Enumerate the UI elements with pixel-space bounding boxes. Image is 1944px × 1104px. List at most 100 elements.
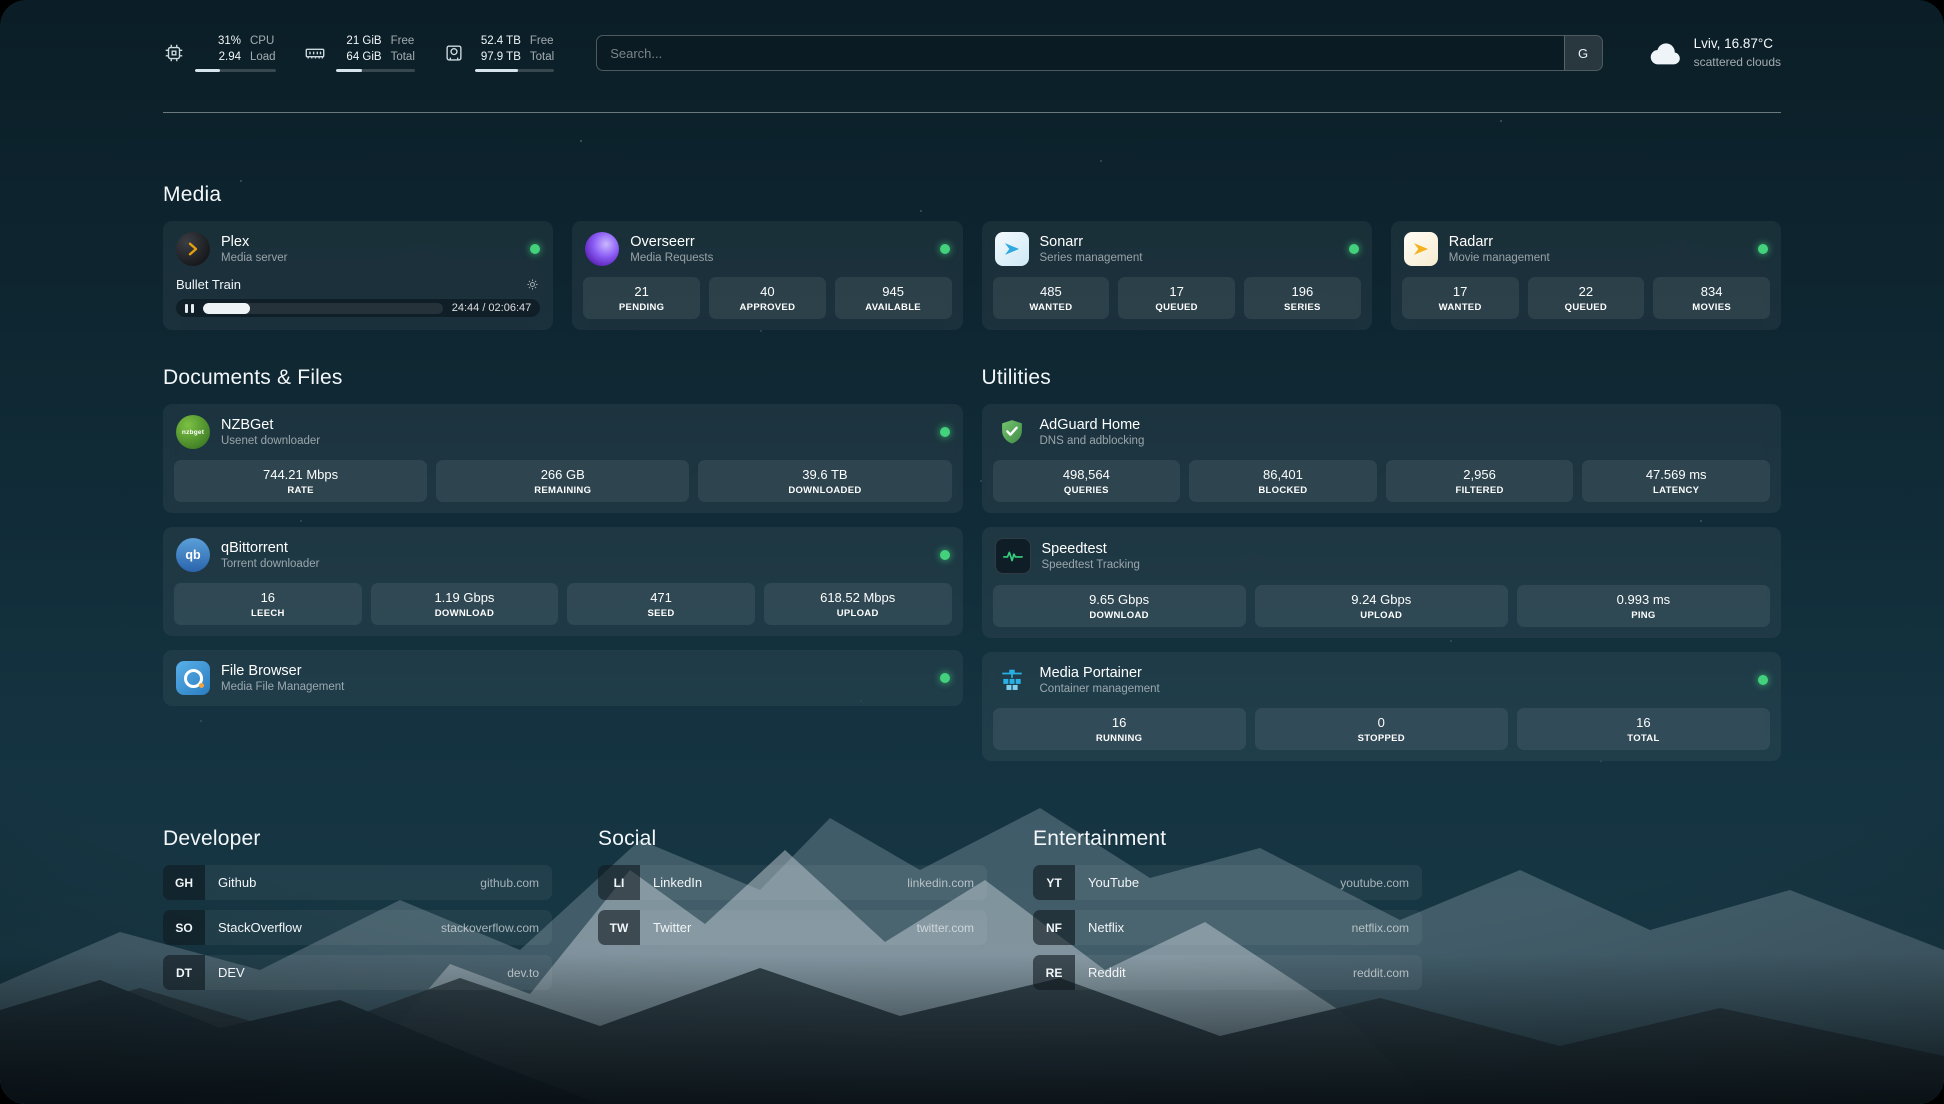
- service-name: Speedtest: [1042, 541, 1140, 557]
- bookmark-title-developer: Developer: [163, 827, 552, 851]
- playback-time: 24:44 / 02:06:47: [452, 302, 532, 314]
- service-description: Torrent downloader: [221, 558, 319, 570]
- bookmark-abbr: RE: [1033, 955, 1075, 990]
- stat-label: QUEUED: [1532, 302, 1641, 313]
- bookmark-title-entertainment: Entertainment: [1033, 827, 1422, 851]
- service-qbittorrent[interactable]: qb qBittorrent Torrent downloader: [163, 527, 963, 583]
- stat-label: APPROVED: [713, 302, 822, 313]
- bookmark-abbr: SO: [163, 910, 205, 945]
- settings-gear-icon[interactable]: [525, 277, 540, 292]
- group-title-utilities: Utilities: [982, 366, 1782, 390]
- stat-label: AVAILABLE: [839, 302, 948, 313]
- service-stat: 17WANTED: [1402, 277, 1519, 319]
- stat-label: MOVIES: [1657, 302, 1766, 313]
- cpu-usage-label: CPU: [250, 34, 274, 50]
- bookmark-linkedin[interactable]: LI LinkedIn linkedin.com: [598, 865, 987, 900]
- service-stat: 22QUEUED: [1528, 277, 1645, 319]
- stat-value: 17: [1122, 284, 1231, 299]
- card-overseerr: Overseerr Media Requests 21PENDING 40APP…: [572, 221, 962, 330]
- qbittorrent-icon: qb: [176, 538, 210, 572]
- bookmark-group-social: Social LI LinkedIn linkedin.com TW Twitt…: [598, 827, 987, 990]
- service-sonarr[interactable]: Sonarr Series management: [982, 221, 1372, 277]
- card-plex: Plex Media server Bullet Train: [163, 221, 553, 330]
- service-stat: 9.65 GbpsDOWNLOAD: [993, 585, 1246, 627]
- stat-value: 47.569 ms: [1586, 467, 1766, 482]
- bookmark-abbr: LI: [598, 865, 640, 900]
- service-stat: 471SEED: [567, 583, 755, 625]
- cpu-readout: 31%CPU 2.94Load: [195, 34, 276, 65]
- bookmark-name: Netflix: [1075, 920, 1124, 935]
- bookmark-name: LinkedIn: [640, 875, 702, 890]
- service-filebrowser[interactable]: File Browser Media File Management: [163, 650, 963, 706]
- stat-value: 471: [571, 590, 751, 605]
- service-description: Movie management: [1449, 252, 1550, 264]
- speedtest-icon: [995, 538, 1031, 574]
- bookmark-group-entertainment: Entertainment YT YouTube youtube.com NF …: [1033, 827, 1422, 990]
- group-title-documents: Documents & Files: [163, 366, 963, 390]
- bookmark-netflix[interactable]: NF Netflix netflix.com: [1033, 910, 1422, 945]
- bookmark-reddit[interactable]: RE Reddit reddit.com: [1033, 955, 1422, 990]
- service-name: Sonarr: [1040, 234, 1143, 250]
- service-name: Overseerr: [630, 234, 713, 250]
- service-overseerr[interactable]: Overseerr Media Requests: [572, 221, 962, 277]
- bookmark-youtube[interactable]: YT YouTube youtube.com: [1033, 865, 1422, 900]
- stat-label: UPLOAD: [768, 608, 948, 619]
- stat-label: WANTED: [1406, 302, 1515, 313]
- bookmark-github[interactable]: GH Github github.com: [163, 865, 552, 900]
- playback-progress-bar: 24:44 / 02:06:47: [176, 299, 540, 317]
- stat-value: 1.19 Gbps: [375, 590, 555, 605]
- cpu-widget: 31%CPU 2.94Load: [163, 34, 276, 72]
- service-stat: 39.6 TBDOWNLOADED: [698, 460, 951, 502]
- service-name: File Browser: [221, 663, 344, 679]
- memory-readout: 21 GiBFree 64 GiBTotal: [336, 34, 415, 65]
- group-title-media: Media: [163, 183, 1781, 207]
- stat-value: 86,401: [1193, 467, 1373, 482]
- search-provider-button[interactable]: G: [1564, 36, 1602, 70]
- stat-label: DOWNLOAD: [375, 608, 555, 619]
- service-plex[interactable]: Plex Media server: [163, 221, 553, 277]
- service-stat: 47.569 ms LATENCY: [1582, 460, 1770, 502]
- stat-value: 21: [587, 284, 696, 299]
- stat-value: 196: [1248, 284, 1357, 299]
- service-stat: 485WANTED: [993, 277, 1110, 319]
- stat-value: 16: [178, 590, 358, 605]
- bookmark-stackoverflow[interactable]: SO StackOverflow stackoverflow.com: [163, 910, 552, 945]
- search-input[interactable]: [597, 36, 1563, 70]
- memory-icon: [304, 42, 326, 64]
- stat-label: LATENCY: [1586, 485, 1766, 496]
- service-adguard[interactable]: AdGuard Home DNS and adblocking: [982, 404, 1782, 460]
- status-dot: [940, 673, 950, 683]
- bookmark-dev[interactable]: DT DEV dev.to: [163, 955, 552, 990]
- bookmark-twitter[interactable]: TW Twitter twitter.com: [598, 910, 987, 945]
- stat-value: 40: [713, 284, 822, 299]
- service-speedtest[interactable]: Speedtest Speedtest Tracking: [982, 527, 1782, 585]
- stat-value: 744.21 Mbps: [178, 467, 423, 482]
- stat-label: RATE: [178, 485, 423, 496]
- nzbget-icon: nzbget: [176, 415, 210, 449]
- disk-total-label: Total: [530, 50, 554, 66]
- service-stat: 9.24 GbpsUPLOAD: [1255, 585, 1508, 627]
- service-stat: 16TOTAL: [1517, 708, 1770, 750]
- service-description: Media File Management: [221, 681, 344, 693]
- overseerr-icon: [585, 232, 619, 266]
- card-speedtest: Speedtest Speedtest Tracking 9.65 GbpsDO…: [982, 527, 1782, 638]
- weather-condition: scattered clouds: [1694, 54, 1781, 71]
- bookmark-domain: dev.to: [507, 966, 552, 980]
- page-content: 31%CPU 2.94Load 21 GiBFree 64 GiBTotal: [163, 0, 1781, 990]
- stat-label: DOWNLOAD: [997, 610, 1242, 621]
- service-description: Media server: [221, 252, 287, 264]
- service-name: Media Portainer: [1040, 665, 1160, 681]
- service-portainer[interactable]: Media Portainer Container management: [982, 652, 1782, 708]
- top-bar: 31%CPU 2.94Load 21 GiBFree 64 GiBTotal: [163, 34, 1781, 72]
- card-qbittorrent: qb qBittorrent Torrent downloader 16LEEC…: [163, 527, 963, 636]
- memory-total-label: Total: [391, 50, 415, 66]
- service-name: AdGuard Home: [1040, 417, 1145, 433]
- service-description: Usenet downloader: [221, 435, 320, 447]
- cpu-icon: [163, 42, 185, 64]
- sonarr-icon: [995, 232, 1029, 266]
- now-playing-title: Bullet Train: [176, 277, 241, 292]
- service-radarr[interactable]: Radarr Movie management: [1391, 221, 1781, 277]
- group-documents: Documents & Files nzbget NZBGet Usenet d…: [163, 366, 963, 761]
- service-nzbget[interactable]: nzbget NZBGet Usenet downloader: [163, 404, 963, 460]
- stat-value: 618.52 Mbps: [768, 590, 948, 605]
